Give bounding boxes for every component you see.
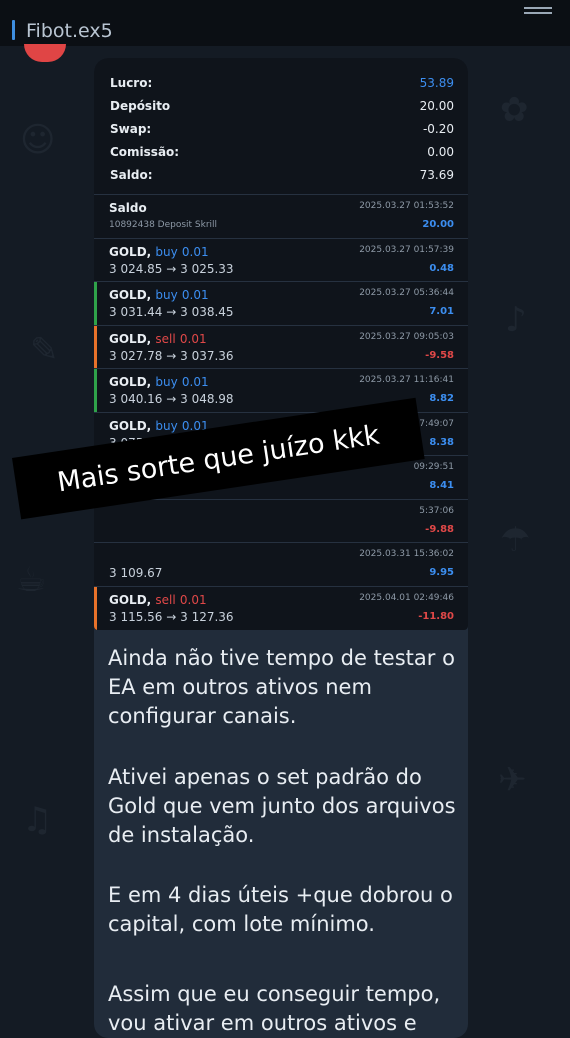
deal-accent-bar [94, 369, 97, 412]
deal-accent-bar [94, 326, 97, 369]
deal-prices: 3 040.16 → 3 048.98 [109, 392, 234, 406]
deal-title: GOLD, buy 0.01 [109, 288, 209, 302]
deal-profit: -11.80 [418, 611, 454, 622]
deal-side: buy [155, 419, 178, 433]
deal-symbol: GOLD, [109, 375, 152, 389]
deal-title: GOLD, sell 0.01 [109, 332, 207, 346]
deal-accent-bar [94, 543, 97, 586]
message-paragraph: Ativei apenas o set padrão do Gold que v… [108, 765, 456, 847]
deal-prices: 3 024.85 → 3 025.33 [109, 262, 234, 276]
account-summary: Lucro: 53.89 Depósito 20.00 Swap: -0.20 Com… [94, 58, 468, 191]
deal-symbol: GOLD, [109, 245, 152, 259]
deal-row[interactable]: 3 109.67 2025.03.31 15:36:02 9.95 [94, 542, 468, 586]
message-paragraph: Ainda não tive tempo de testar o EA em o… [108, 646, 455, 728]
deal-side: sell [155, 593, 176, 607]
summary-row: Comissão: 0.00 [110, 145, 454, 159]
deal-lot: 0.01 [179, 593, 207, 607]
deal-row[interactable]: 5:37:06 -9.88 [94, 499, 468, 543]
deal-row[interactable]: Saldo 10892438 Deposit Skrill 2025.03.27 … [94, 194, 468, 238]
summary-row: Swap: -0.20 [110, 122, 454, 136]
deal-date: 2025.03.27 01:53:52 [359, 201, 454, 211]
deal-date: 2025.03.27 01:57:39 [359, 245, 454, 255]
deal-symbol: GOLD, [109, 288, 152, 302]
message-paragraph: E em 4 dias úteis +que dobrou o capital,… [108, 883, 453, 936]
deal-side: sell [155, 332, 176, 346]
deal-prices: 3 031.44 → 3 038.45 [109, 305, 234, 319]
deal-row[interactable]: GOLD, sell 0.01 3 115.56 → 3 127.36 2025.0… [94, 586, 468, 630]
message-bubble[interactable]: Lucro: 53.89 Depósito 20.00 Swap: -0.20 Com… [94, 58, 468, 1038]
trade-history-screenshot[interactable]: Lucro: 53.89 Depósito 20.00 Swap: -0.20 Com… [94, 58, 468, 630]
deal-title: GOLD, buy 0.01 [109, 245, 209, 259]
deal-side: buy [155, 245, 178, 259]
deal-prices: 10892438 Deposit Skrill [109, 220, 218, 230]
deal-accent-bar [94, 282, 97, 325]
deal-accent-bar [94, 587, 97, 630]
summary-row: Lucro: 53.89 [110, 76, 454, 90]
deal-date: 2025.03.27 11:16:41 [359, 375, 454, 385]
deal-profit: 8.82 [429, 393, 454, 404]
deal-prices: 3 027.78 → 3 037.36 [109, 349, 234, 363]
deal-lot: 0.01 [179, 332, 207, 346]
deal-symbol: GOLD, [109, 593, 152, 607]
deal-row[interactable]: GOLD, buy 0.01 3 031.44 → 3 038.45 2025.03… [94, 281, 468, 325]
deal-row[interactable]: GOLD, buy 0.01 3 024.85 → 3 025.33 2025.03… [94, 238, 468, 282]
deal-title: Saldo [109, 201, 147, 215]
deal-profit: 20.00 [422, 219, 454, 230]
deal-symbol: GOLD, [109, 332, 152, 346]
pinned-list-icon[interactable] [524, 4, 552, 18]
avatar[interactable] [24, 44, 66, 62]
deal-profit: -9.58 [425, 350, 454, 361]
pinned-indicator [12, 20, 15, 40]
deal-row[interactable]: GOLD, sell 0.01 3 027.78 → 3 037.36 2025.0… [94, 325, 468, 369]
deal-side: buy [155, 375, 178, 389]
deal-prices: 3 109.67 [109, 566, 163, 580]
deal-symbol: Saldo [109, 201, 147, 215]
pinned-message-title[interactable]: Fibot.ex5 [26, 20, 113, 42]
deal-profit: 8.41 [429, 480, 454, 491]
deal-date: 5:37:06 [419, 506, 454, 516]
deal-date: 2025.03.27 09:05:03 [359, 332, 454, 342]
summary-row: Saldo: 73.69 [110, 168, 454, 182]
deal-date: 09:29:51 [413, 462, 454, 472]
deal-lot: 0.01 [181, 375, 209, 389]
deal-lot: 0.01 [181, 245, 209, 259]
deal-date: 2025.03.31 15:36:02 [359, 549, 454, 559]
summary-row: Depósito 20.00 [110, 99, 454, 113]
deal-prices: 3 115.56 → 3 127.36 [109, 610, 234, 624]
deal-accent-bar [94, 195, 97, 238]
deal-profit: 7.01 [429, 306, 454, 317]
chat-header: Fibot.ex5 [0, 0, 570, 46]
deal-symbol: GOLD, [109, 419, 152, 433]
deal-title: GOLD, buy 0.01 [109, 375, 209, 389]
deal-accent-bar [94, 239, 97, 282]
deal-profit: 9.95 [429, 567, 454, 578]
deal-title: GOLD, sell 0.01 [109, 593, 207, 607]
deal-profit: -9.88 [425, 524, 454, 535]
message-paragraph: Assim que eu conseguir tempo, vou ativar… [108, 982, 441, 1035]
deal-side: buy [155, 288, 178, 302]
deal-date: 2025.03.27 05:36:44 [359, 288, 454, 298]
deal-lot: 0.01 [181, 288, 209, 302]
deal-profit: 0.48 [429, 263, 454, 274]
deal-profit: 8.38 [429, 437, 454, 448]
deal-date: 2025.04.01 02:49:46 [359, 593, 454, 603]
